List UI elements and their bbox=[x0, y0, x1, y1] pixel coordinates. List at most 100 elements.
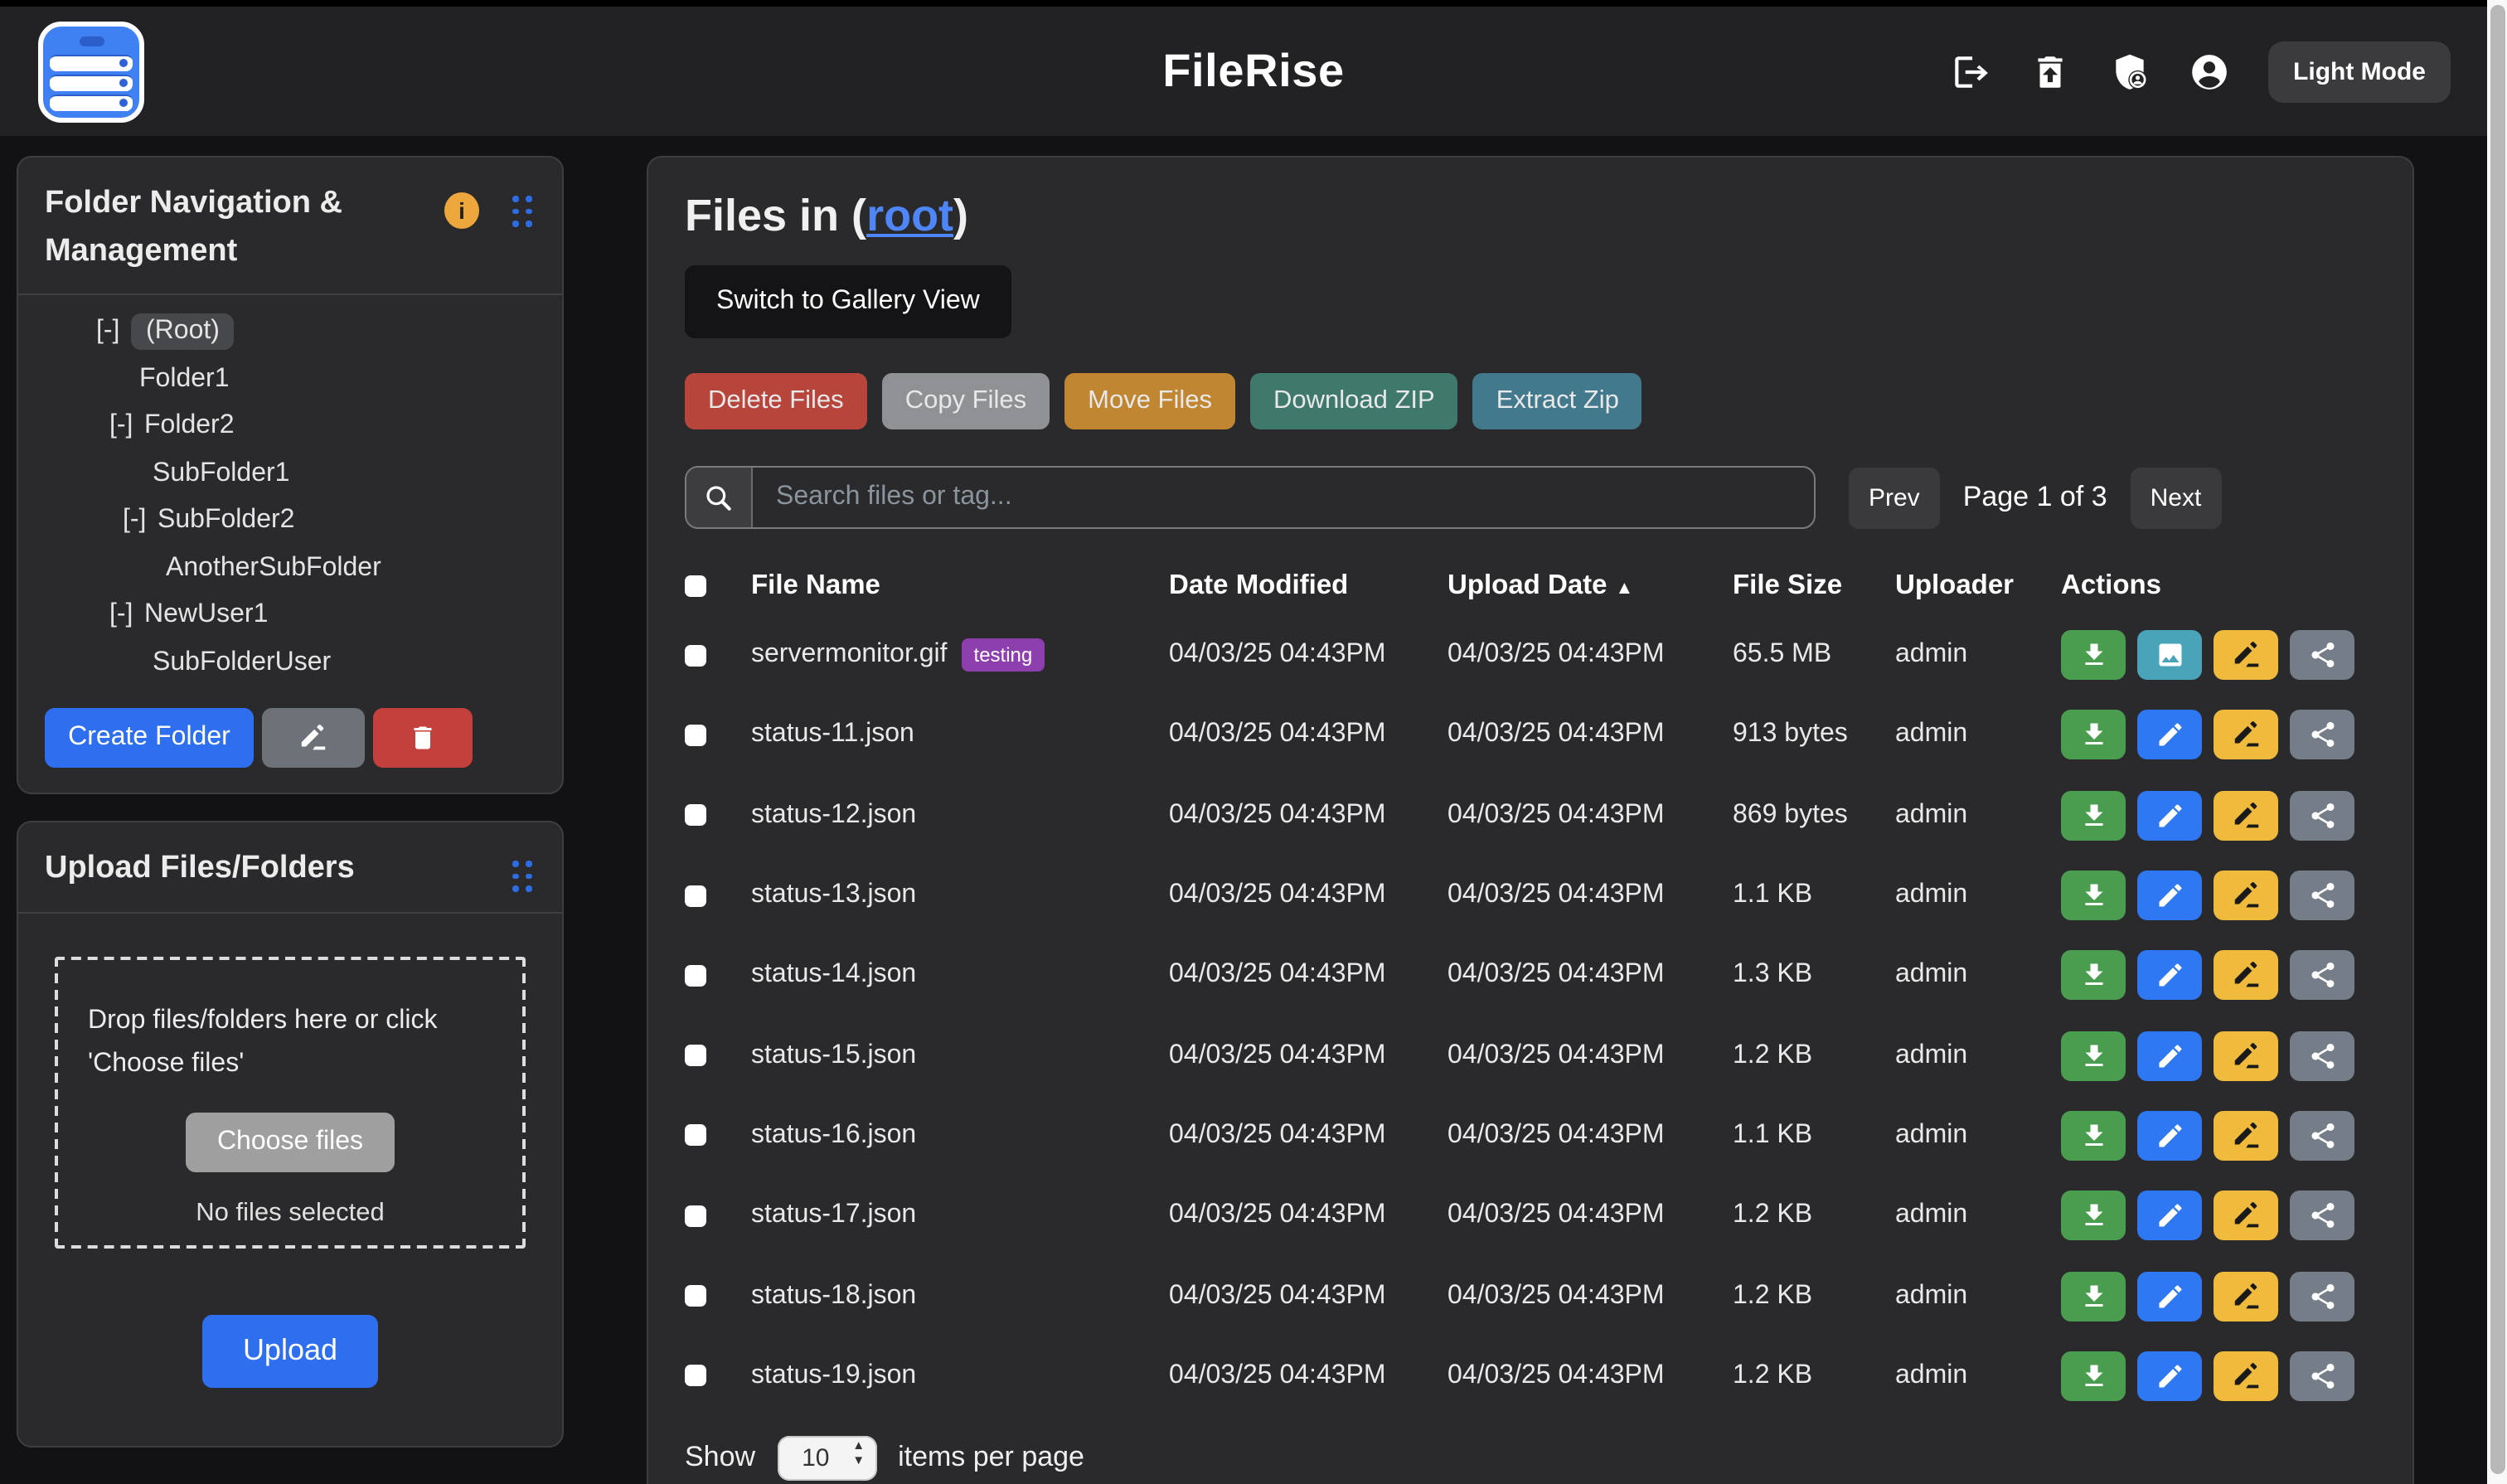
row-checkbox[interactable] bbox=[685, 885, 706, 906]
file-name[interactable]: status-12.json bbox=[751, 800, 916, 830]
folder-tree-item[interactable]: SubFolderUser bbox=[45, 639, 536, 686]
row-checkbox[interactable] bbox=[685, 1125, 706, 1147]
share-button[interactable] bbox=[2290, 790, 2354, 840]
copy-files-button[interactable]: Copy Files bbox=[882, 373, 1050, 429]
download-zip-button[interactable]: Download ZIP bbox=[1250, 373, 1458, 429]
file-name[interactable]: status-11.json bbox=[751, 720, 914, 750]
folder-tree-item[interactable]: [-] SubFolder2 bbox=[45, 497, 536, 545]
rename-button[interactable] bbox=[2214, 871, 2278, 920]
preview-image-button[interactable] bbox=[2137, 630, 2202, 680]
rename-button[interactable] bbox=[2214, 1191, 2278, 1240]
root-folder-link[interactable]: root bbox=[866, 191, 953, 240]
prev-page-button[interactable]: Prev bbox=[1849, 467, 1940, 528]
next-page-button[interactable]: Next bbox=[2131, 467, 2222, 528]
file-name[interactable]: status-14.json bbox=[751, 961, 916, 991]
file-name[interactable]: status-17.json bbox=[751, 1200, 916, 1230]
choose-files-button[interactable]: Choose files bbox=[186, 1113, 395, 1173]
rename-button[interactable] bbox=[2214, 1351, 2278, 1401]
tree-collapse-toggle[interactable]: [-] bbox=[109, 412, 144, 442]
edit-file-button[interactable] bbox=[2137, 1191, 2202, 1240]
row-checkbox[interactable] bbox=[685, 1045, 706, 1066]
download-button[interactable] bbox=[2061, 1351, 2126, 1401]
share-button[interactable] bbox=[2290, 1191, 2354, 1240]
download-button[interactable] bbox=[2061, 871, 2126, 920]
download-button[interactable] bbox=[2061, 951, 2126, 1001]
share-button[interactable] bbox=[2290, 1351, 2354, 1401]
col-uploader[interactable]: Uploader bbox=[1895, 570, 2061, 601]
delete-folder-button[interactable] bbox=[373, 708, 473, 768]
rename-button[interactable] bbox=[2214, 1031, 2278, 1080]
rename-button[interactable] bbox=[2214, 710, 2278, 760]
share-button[interactable] bbox=[2290, 1271, 2354, 1321]
folder-name[interactable]: Folder2 bbox=[144, 412, 235, 442]
restore-trash-icon[interactable] bbox=[2029, 51, 2071, 92]
items-per-page-select[interactable]: 10 ▲▼ bbox=[777, 1436, 876, 1481]
rename-button[interactable] bbox=[2214, 951, 2278, 1001]
move-files-button[interactable]: Move Files bbox=[1064, 373, 1235, 429]
folder-name[interactable]: AnotherSubFolder bbox=[166, 554, 381, 584]
scrollbar-thumb[interactable] bbox=[2490, 5, 2505, 1474]
row-checkbox[interactable] bbox=[685, 1205, 706, 1226]
scrollbar-track[interactable] bbox=[2487, 0, 2507, 1484]
drag-handle-icon[interactable] bbox=[512, 861, 532, 891]
col-upload-date[interactable]: Upload Date▲ bbox=[1447, 570, 1733, 601]
col-file-name[interactable]: File Name bbox=[751, 570, 1169, 601]
share-button[interactable] bbox=[2290, 1031, 2354, 1080]
info-icon[interactable]: i bbox=[444, 192, 479, 229]
folder-tree-item[interactable]: SubFolder1 bbox=[45, 450, 536, 497]
admin-shield-icon[interactable] bbox=[2109, 51, 2151, 92]
logout-icon[interactable] bbox=[1950, 51, 1991, 92]
folder-tree-item[interactable]: [-] (Root) bbox=[45, 308, 536, 356]
tree-collapse-toggle[interactable]: [-] bbox=[96, 318, 131, 347]
col-date-modified[interactable]: Date Modified bbox=[1169, 570, 1447, 601]
edit-file-button[interactable] bbox=[2137, 1351, 2202, 1401]
edit-file-button[interactable] bbox=[2137, 871, 2202, 920]
row-checkbox[interactable] bbox=[685, 644, 706, 666]
edit-file-button[interactable] bbox=[2137, 1271, 2202, 1321]
download-button[interactable] bbox=[2061, 1111, 2126, 1161]
row-checkbox[interactable] bbox=[685, 1365, 706, 1387]
folder-name[interactable]: SubFolder2 bbox=[158, 507, 294, 536]
rename-button[interactable] bbox=[2214, 1111, 2278, 1161]
folder-name[interactable]: SubFolder1 bbox=[153, 459, 289, 489]
file-name[interactable]: status-13.json bbox=[751, 880, 916, 910]
drag-handle-icon[interactable] bbox=[512, 196, 532, 226]
folder-name[interactable]: Folder1 bbox=[139, 365, 230, 395]
edit-file-button[interactable] bbox=[2137, 710, 2202, 760]
folder-tree-item[interactable]: Folder1 bbox=[45, 356, 536, 403]
download-button[interactable] bbox=[2061, 1271, 2126, 1321]
select-all-checkbox[interactable] bbox=[685, 575, 706, 596]
download-button[interactable] bbox=[2061, 790, 2126, 840]
switch-gallery-view-button[interactable]: Switch to Gallery View bbox=[685, 265, 1011, 338]
row-checkbox[interactable] bbox=[685, 1285, 706, 1307]
tree-collapse-toggle[interactable]: [-] bbox=[109, 601, 144, 631]
file-name[interactable]: status-15.json bbox=[751, 1040, 916, 1070]
account-icon[interactable] bbox=[2189, 51, 2230, 92]
download-button[interactable] bbox=[2061, 1191, 2126, 1240]
rename-button[interactable] bbox=[2214, 1271, 2278, 1321]
col-file-size[interactable]: File Size bbox=[1733, 570, 1895, 601]
delete-files-button[interactable]: Delete Files bbox=[685, 373, 867, 429]
light-mode-button[interactable]: Light Mode bbox=[2268, 41, 2451, 102]
rename-button[interactable] bbox=[2214, 630, 2278, 680]
tree-collapse-toggle[interactable]: [-] bbox=[123, 507, 158, 536]
edit-file-button[interactable] bbox=[2137, 1111, 2202, 1161]
search-input[interactable] bbox=[753, 468, 1814, 527]
download-button[interactable] bbox=[2061, 710, 2126, 760]
upload-button[interactable]: Upload bbox=[202, 1314, 378, 1387]
create-folder-button[interactable]: Create Folder bbox=[45, 708, 254, 768]
file-name[interactable]: status-18.json bbox=[751, 1281, 916, 1311]
file-name[interactable]: servermonitor.gif bbox=[751, 640, 948, 670]
rename-folder-button[interactable] bbox=[262, 708, 365, 768]
folder-tree-item[interactable]: AnotherSubFolder bbox=[45, 545, 536, 592]
download-button[interactable] bbox=[2061, 630, 2126, 680]
folder-name[interactable]: SubFolderUser bbox=[153, 648, 331, 678]
file-name[interactable]: status-16.json bbox=[751, 1121, 916, 1151]
rename-button[interactable] bbox=[2214, 790, 2278, 840]
file-dropzone[interactable]: Drop files/folders here or click 'Choose… bbox=[55, 956, 526, 1248]
row-checkbox[interactable] bbox=[685, 965, 706, 987]
folder-name[interactable]: NewUser1 bbox=[144, 601, 268, 631]
edit-file-button[interactable] bbox=[2137, 790, 2202, 840]
share-button[interactable] bbox=[2290, 630, 2354, 680]
folder-tree-item[interactable]: [-] NewUser1 bbox=[45, 592, 536, 639]
